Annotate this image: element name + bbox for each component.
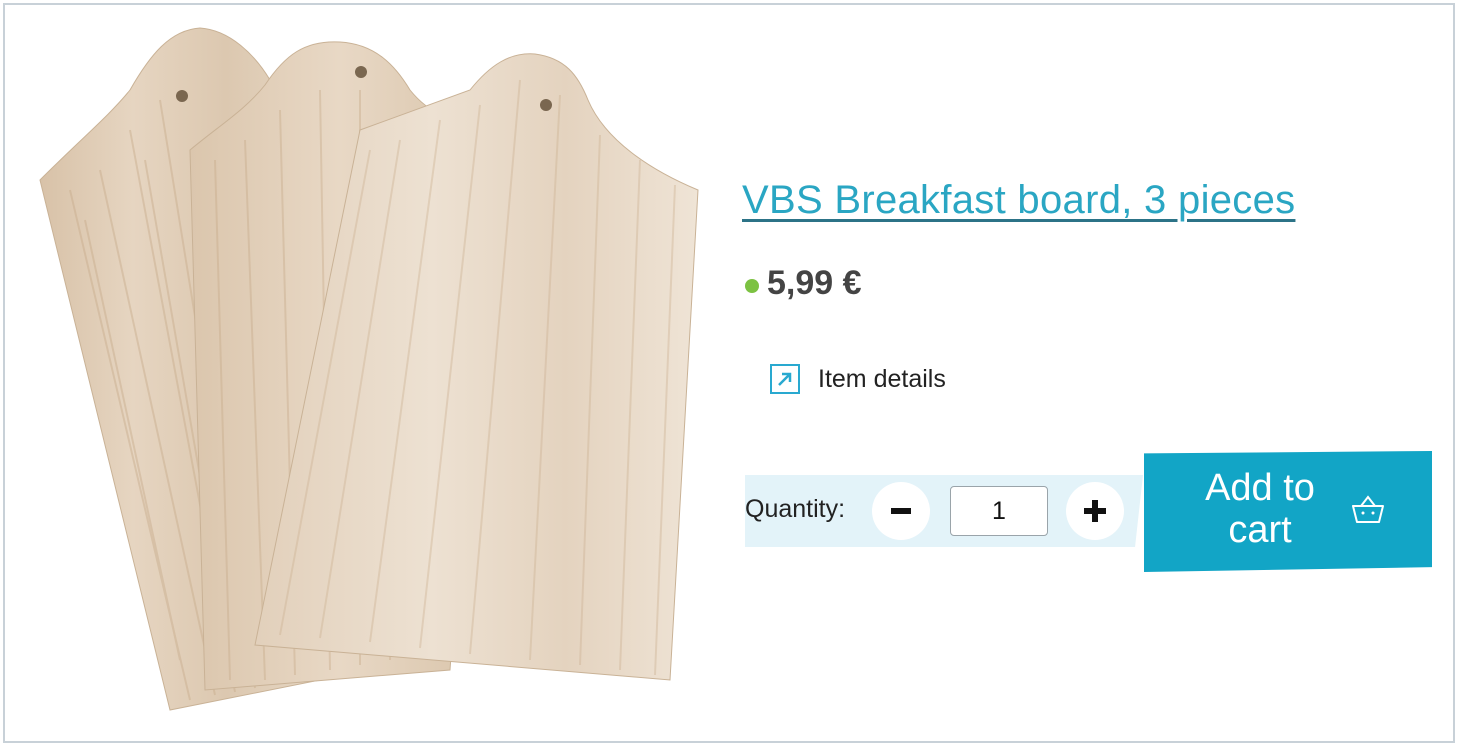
minus-icon <box>891 508 911 514</box>
external-arrow-icon <box>770 364 800 394</box>
quantity-label: Quantity: <box>745 495 846 523</box>
stock-status-dot <box>745 278 759 293</box>
plus-icon <box>1084 500 1106 522</box>
quantity-input[interactable] <box>950 486 1048 536</box>
item-details-label: Item details <box>818 364 946 393</box>
basket-icon <box>1352 495 1384 523</box>
product-image[interactable] <box>30 20 730 725</box>
add-to-cart-button[interactable]: Add to cart <box>1144 451 1432 572</box>
increase-quantity-button[interactable] <box>1066 482 1124 540</box>
price-row: 5,99 € <box>745 264 862 303</box>
item-details-link[interactable]: Item details <box>770 364 946 394</box>
product-title-link[interactable]: VBS Breakfast board, 3 pieces <box>742 178 1295 223</box>
decrease-quantity-button[interactable] <box>872 482 930 540</box>
product-price: 5,99 € <box>767 264 862 302</box>
add-to-cart-label: Add to cart <box>1205 467 1315 551</box>
